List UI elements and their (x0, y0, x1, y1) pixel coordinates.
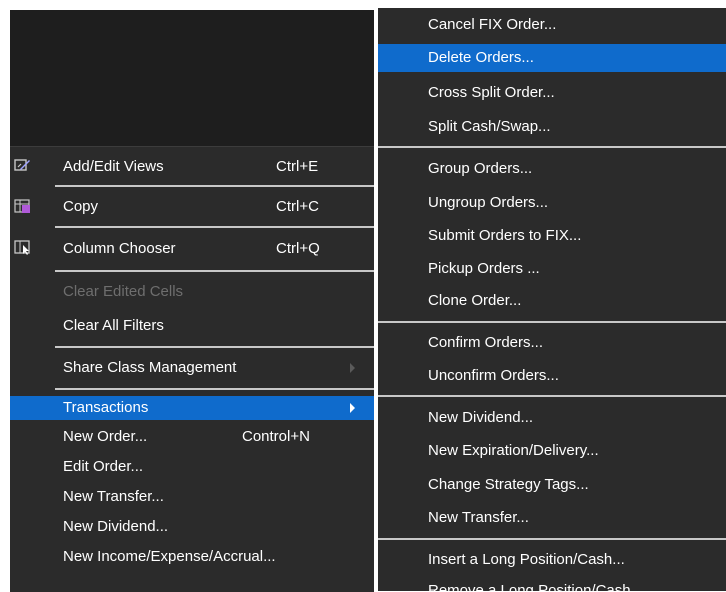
menu-item-add-edit-views[interactable]: Add/Edit Views Ctrl+E (10, 147, 374, 185)
menu-item-cancel-fix-order[interactable]: Cancel FIX Order... (378, 10, 726, 40)
menu-item-label: Remove a Long Position/Cash... (428, 582, 644, 591)
transactions-submenu: Cancel FIX Order... Delete Orders... Cro… (378, 8, 726, 591)
submenu-arrow-icon (350, 403, 355, 413)
menu-item-label: Submit Orders to FIX... (428, 227, 582, 244)
menu-item-column-chooser[interactable]: Column Chooser Ctrl+Q (10, 229, 374, 267)
menu-item-label: Column Chooser (63, 240, 176, 257)
menu-item-group-orders[interactable]: Group Orders... (378, 154, 726, 184)
menu-item-label: Transactions (63, 399, 149, 416)
menu-item-new-transfer[interactable]: New Transfer... (10, 482, 374, 512)
grid-background (10, 10, 374, 146)
menu-item-label: Cancel FIX Order... (428, 16, 557, 33)
menu-item-label: Split Cash/Swap... (428, 118, 551, 135)
menu-item-clear-edited-cells[interactable]: Clear Edited Cells (10, 277, 374, 307)
menu-item-label: New Order... (63, 428, 148, 445)
menu-separator (378, 321, 726, 323)
menu-item-clear-all-filters[interactable]: Clear All Filters (10, 311, 374, 341)
menu-item-label: New Transfer... (63, 488, 164, 505)
context-menu: Add/Edit Views Ctrl+E Copy Ctrl+C Column… (10, 146, 374, 592)
menu-item-insert-long-position-cash[interactable]: Insert a Long Position/Cash... (378, 545, 726, 575)
menu-item-label: Change Strategy Tags... (428, 476, 589, 493)
menu-item-remove-long-position-cash[interactable]: Remove a Long Position/Cash... (378, 577, 726, 591)
menu-item-shortcut: Ctrl+C (276, 198, 319, 215)
menu-item-shortcut: Control+N (242, 428, 310, 445)
menu-item-label: New Dividend... (63, 518, 169, 535)
menu-separator (378, 395, 726, 397)
menu-item-label: Insert a Long Position/Cash... (428, 551, 625, 568)
copy-icon (14, 199, 31, 214)
menu-item-delete-orders[interactable]: Delete Orders... (378, 44, 726, 72)
menu-separator (55, 185, 374, 187)
submenu-arrow-icon (350, 363, 355, 373)
menu-item-clone-order[interactable]: Clone Order... (378, 286, 726, 316)
menu-item-label: New Expiration/Delivery... (428, 442, 599, 459)
menu-item-label: Group Orders... (428, 160, 533, 177)
menu-item-label: New Dividend... (428, 409, 534, 426)
menu-item-new-income-expense-accrual[interactable]: New Income/Expense/Accrual... (10, 542, 374, 572)
menu-item-label: Add/Edit Views (63, 158, 164, 175)
menu-item-unconfirm-orders[interactable]: Unconfirm Orders... (378, 361, 726, 391)
menu-item-ungroup-orders[interactable]: Ungroup Orders... (378, 188, 726, 218)
menu-separator (55, 388, 374, 390)
menu-item-new-transfer[interactable]: New Transfer... (378, 503, 726, 533)
menu-item-shortcut: Ctrl+Q (276, 240, 320, 257)
menu-separator (378, 146, 726, 148)
menu-separator (55, 346, 374, 348)
menu-item-label: Confirm Orders... (428, 334, 544, 351)
menu-item-label: Copy (63, 198, 99, 215)
menu-item-label: Pickup Orders ... (428, 260, 540, 277)
edit-views-icon (14, 158, 31, 173)
menu-item-label: Ungroup Orders... (428, 194, 549, 211)
menu-item-label: Cross Split Order... (428, 84, 555, 101)
menu-item-edit-order[interactable]: Edit Order... (10, 452, 374, 482)
menu-separator (55, 270, 374, 272)
menu-item-label: Clone Order... (428, 292, 522, 309)
menu-separator (55, 226, 374, 228)
menu-item-label: Delete Orders... (428, 49, 534, 66)
menu-item-new-order[interactable]: New Order... Control+N (10, 422, 374, 452)
column-chooser-icon (14, 240, 31, 255)
menu-item-label: Clear All Filters (63, 317, 164, 334)
menu-item-label: New Income/Expense/Accrual... (63, 548, 276, 565)
menu-item-share-class-management[interactable]: Share Class Management (10, 353, 374, 383)
menu-item-label: Clear Edited Cells (63, 283, 184, 300)
menu-item-shortcut: Ctrl+E (276, 158, 319, 175)
menu-item-pickup-orders[interactable]: Pickup Orders ... (378, 254, 726, 284)
menu-item-label: Unconfirm Orders... (428, 367, 559, 384)
menu-item-copy[interactable]: Copy Ctrl+C (10, 189, 374, 225)
menu-item-label: New Transfer... (428, 509, 529, 526)
menu-item-label: Edit Order... (63, 458, 144, 475)
menu-item-transactions[interactable]: Transactions (10, 396, 374, 420)
menu-item-confirm-orders[interactable]: Confirm Orders... (378, 328, 726, 358)
menu-item-split-cash-swap[interactable]: Split Cash/Swap... (378, 112, 726, 142)
menu-item-change-strategy-tags[interactable]: Change Strategy Tags... (378, 470, 726, 500)
menu-item-label: Share Class Management (63, 359, 237, 376)
menu-item-submit-orders-to-fix[interactable]: Submit Orders to FIX... (378, 221, 726, 251)
menu-separator (378, 538, 726, 540)
menu-item-cross-split-order[interactable]: Cross Split Order... (378, 78, 726, 108)
menu-item-new-expiration-delivery[interactable]: New Expiration/Delivery... (378, 436, 726, 466)
menu-item-new-dividend[interactable]: New Dividend... (378, 403, 726, 433)
menu-item-new-dividend[interactable]: New Dividend... (10, 512, 374, 542)
